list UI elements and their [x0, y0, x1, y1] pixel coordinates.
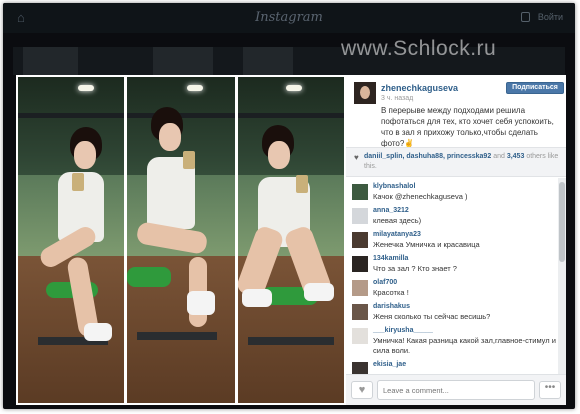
comment-username[interactable]: darishakus [373, 303, 410, 310]
comment-text: клевая здесь) [373, 216, 422, 225]
photo-frame-1 [18, 77, 124, 403]
comment-avatar[interactable] [352, 256, 368, 272]
comments-scrollbar[interactable] [558, 178, 566, 374]
comment-username[interactable]: ekisia_jae [373, 361, 406, 368]
post-photo[interactable] [16, 75, 346, 405]
comment-text: Женечка Умничка и красавица [373, 240, 480, 249]
likes-summary: daniil_splin, dashuha88, princesska92 an… [364, 153, 559, 170]
comment-input[interactable] [377, 380, 535, 400]
comment-text: Женя сколько ты сейчас весишь? [373, 312, 491, 321]
subscribe-button[interactable]: Подписаться [506, 82, 564, 94]
login-icon[interactable] [521, 12, 530, 22]
comment-text: Качок @zhenechkaguseva ) [373, 192, 468, 201]
comment-item: olaf700 Красотка ! [346, 278, 558, 302]
comment-username[interactable]: klybnashalol [373, 183, 415, 190]
comment-avatar[interactable] [352, 232, 368, 248]
likes-users[interactable]: daniil_splin, dashuha88, princesska92 [364, 153, 491, 160]
comment-username[interactable]: anna_3212 [373, 207, 409, 214]
top-bar: ⌂ Instagram Войти [3, 3, 575, 33]
comment-footer: ♥ ••• [346, 374, 566, 405]
comment-text: Что за зал ? Кто знает ? [373, 264, 457, 273]
comments-list: klybnashalol Качок @zhenechkaguseva ) an… [346, 178, 558, 374]
scrollbar-thumb[interactable] [559, 182, 565, 262]
photo-frame-3 [238, 77, 344, 403]
comment-item: ___kiryusha_____ Умничка! Какая разница … [346, 326, 558, 358]
comment-text: Красотка ! [373, 288, 409, 297]
heart-icon: ♥ [354, 153, 359, 162]
comment-username[interactable]: 134kamilla [373, 255, 408, 262]
heart-icon: ♥ [358, 384, 366, 396]
brand-logo: Instagram [255, 10, 323, 25]
comment-item: ekisia_jae [346, 360, 558, 374]
comment-username[interactable]: olaf700 [373, 279, 397, 286]
comment-item: milayatanya23 Женечка Умничка и красавиц… [346, 230, 558, 254]
comment-avatar[interactable] [352, 280, 368, 296]
app-frame: ⌂ Instagram Войти www.Schlock.ru zhenech… [3, 3, 575, 409]
post-caption: В перерыве между подходами решила пофота… [381, 106, 554, 148]
comment-item: klybnashalol Качок @zhenechkaguseva ) [346, 182, 558, 206]
post-header: zhenechkaguseva 3 ч. назад Подписаться В… [346, 75, 566, 148]
comment-item: anna_3212 клевая здесь) [346, 206, 558, 230]
more-options-button[interactable]: ••• [539, 381, 561, 399]
avatar[interactable] [354, 82, 376, 104]
post-timestamp: 3 ч. назад [381, 95, 414, 102]
comment-item: 134kamilla Что за зал ? Кто знает ? [346, 254, 558, 278]
background-thumb [23, 47, 78, 75]
background-thumb [153, 47, 213, 75]
comment-avatar[interactable] [352, 362, 368, 374]
photo-frame-2 [127, 77, 235, 403]
comment-item: darishakus Женя сколько ты сейчас весишь… [346, 302, 558, 326]
watermark: www.Schlock.ru [341, 37, 497, 60]
comment-text: Умничка! Какая разница какой зал,главное… [373, 336, 556, 355]
comment-avatar[interactable] [352, 328, 368, 344]
like-button[interactable]: ♥ [351, 381, 373, 399]
comment-avatar[interactable] [352, 208, 368, 224]
post-username[interactable]: zhenechkaguseva [381, 83, 458, 93]
comment-username[interactable]: milayatanya23 [373, 231, 421, 238]
login-link[interactable]: Войти [538, 12, 563, 22]
background-thumb [243, 47, 293, 75]
comment-username[interactable]: ___kiryusha_____ [373, 327, 433, 334]
likes-bar: ♥ daniil_splin, dashuha88, princesska92 … [346, 147, 566, 177]
comment-avatar[interactable] [352, 184, 368, 200]
likes-count[interactable]: 3,453 [507, 153, 525, 160]
post-details-panel: zhenechkaguseva 3 ч. назад Подписаться В… [346, 75, 566, 405]
comment-avatar[interactable] [352, 304, 368, 320]
